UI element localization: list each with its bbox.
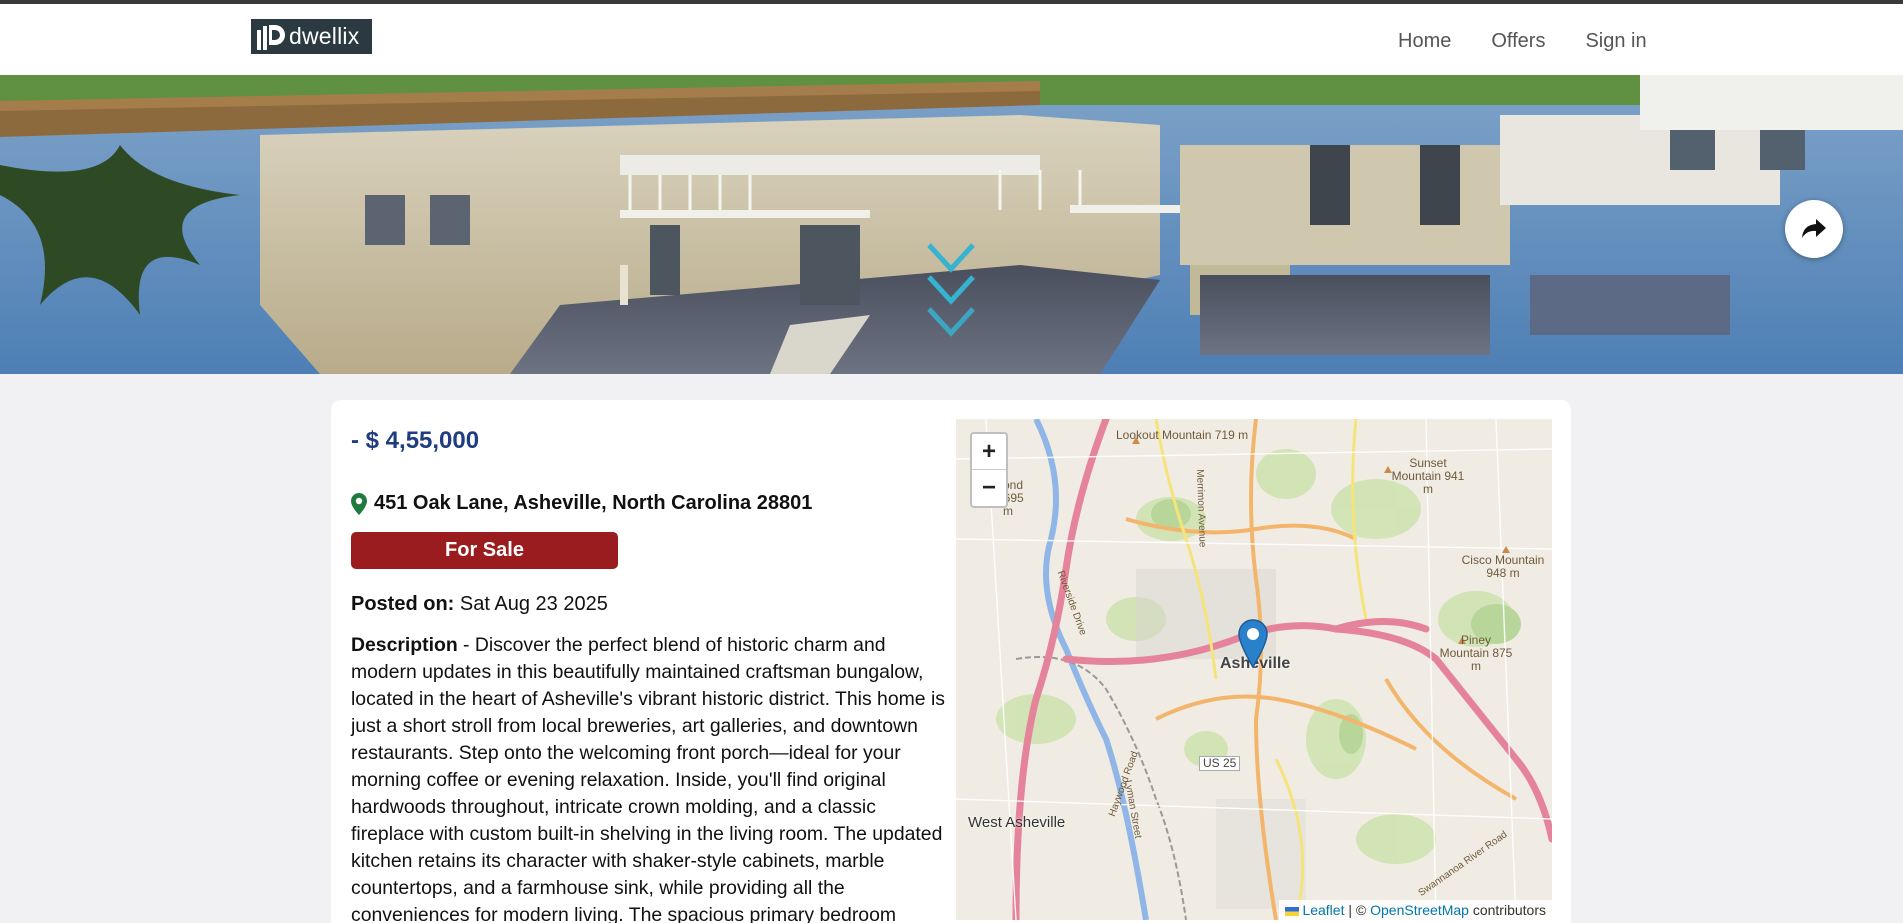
share-arrow-icon <box>1802 219 1826 238</box>
address-text: 451 Oak Lane, Asheville, North Carolina … <box>374 492 813 514</box>
posted-value: Sat Aug 23 2025 <box>459 593 608 615</box>
brand-name: dwellix <box>289 23 360 49</box>
map-zoom-control: + − <box>970 432 1008 508</box>
label-sunset-mountain: Sunset Mountain 941 m <box>1391 456 1465 496</box>
zoom-in-button[interactable]: + <box>972 434 1006 470</box>
ukraine-flag-icon <box>1284 906 1299 916</box>
label-lookout-mountain: Lookout Mountain 719 m <box>1116 428 1249 442</box>
leaflet-link[interactable]: Leaflet <box>1302 902 1344 918</box>
label-merrimon-avenue: Merrimon Avenue <box>1194 469 1208 548</box>
scroll-down-chevron-icon[interactable] <box>925 237 977 347</box>
zoom-out-button[interactable]: − <box>972 470 1006 506</box>
listing-price: - $ 4,55,000 <box>351 427 480 454</box>
hero-image <box>0 75 1903 374</box>
posted-label: Posted on: <box>351 593 455 615</box>
listing-description: Description - Discover the perfect blend… <box>351 632 951 923</box>
posted-date: Posted on: Sat Aug 23 2025 <box>351 593 608 616</box>
status-badge[interactable]: For Sale <box>351 532 618 569</box>
description-text: - Discover the perfect blend of historic… <box>351 634 945 923</box>
map-pin-icon <box>351 492 367 515</box>
map-marker-icon[interactable] <box>1238 619 1268 669</box>
label-west-asheville: West Asheville <box>968 814 1066 831</box>
attribution-separator: | © <box>1344 902 1371 918</box>
attribution-contributors: contributors <box>1468 902 1546 918</box>
share-button[interactable] <box>1785 200 1843 258</box>
nav-home-link[interactable]: Home <box>1398 30 1451 53</box>
location-map[interactable]: Lookout Mountain 719 m Sunset Mountain 9… <box>956 419 1552 920</box>
map-attribution: Leaflet | © OpenStreetMap contributors <box>1278 900 1552 920</box>
brand-logo[interactable]: dwellix <box>251 19 372 54</box>
label-piney-mountain: Piney Mountain 875 m <box>1439 633 1513 673</box>
label-us25: US 25 <box>1199 756 1241 771</box>
description-label: Description <box>351 634 458 656</box>
listing-card: - $ 4,55,000 451 Oak Lane, Asheville, No… <box>331 400 1571 923</box>
logo-icon <box>257 24 285 50</box>
label-cisco-mountain: Cisco Mountain 948 m <box>1461 553 1545 580</box>
nav-links: Home Offers Sign in <box>1398 30 1647 53</box>
navbar: dwellix Home Offers Sign in <box>0 4 1903 75</box>
listing-address: 451 Oak Lane, Asheville, North Carolina … <box>351 492 812 515</box>
nav-sign-in-link[interactable]: Sign in <box>1585 30 1646 53</box>
nav-offers-link[interactable]: Offers <box>1491 30 1545 53</box>
openstreetmap-link[interactable]: OpenStreetMap <box>1370 902 1469 918</box>
